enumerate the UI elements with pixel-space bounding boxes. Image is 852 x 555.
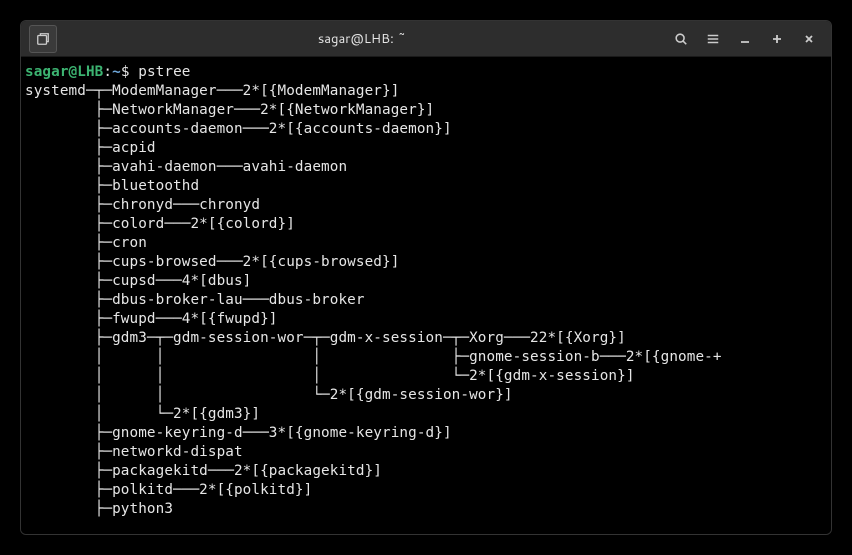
prompt-user-host: sagar@LHB <box>25 64 103 80</box>
titlebar: sagar@LHB: ~ <box>21 21 831 57</box>
maximize-icon <box>771 33 783 45</box>
minimize-icon <box>739 33 751 45</box>
search-button[interactable] <box>667 25 695 53</box>
new-tab-icon <box>36 32 50 46</box>
pstree-output: systemd─┬─ModemManager───2*[{ModemManage… <box>25 83 722 517</box>
window-title: sagar@LHB: ~ <box>59 30 665 48</box>
prompt-path: ~ <box>112 64 121 80</box>
prompt-command: pstree <box>138 64 190 80</box>
terminal-window: sagar@LHB: ~ <box>20 20 832 535</box>
terminal-content[interactable]: sagar@LHB:~$ pstree systemd─┬─ModemManag… <box>21 57 831 534</box>
menu-button[interactable] <box>699 25 727 53</box>
titlebar-left <box>27 25 59 53</box>
minimize-button[interactable] <box>731 25 759 53</box>
search-icon <box>674 32 688 46</box>
close-icon <box>803 33 815 45</box>
close-button[interactable] <box>795 25 823 53</box>
maximize-button[interactable] <box>763 25 791 53</box>
prompt-dollar: $ <box>121 64 138 80</box>
new-tab-button[interactable] <box>29 25 57 53</box>
hamburger-icon <box>706 32 720 46</box>
titlebar-right <box>665 25 825 53</box>
prompt-colon: : <box>103 64 112 80</box>
